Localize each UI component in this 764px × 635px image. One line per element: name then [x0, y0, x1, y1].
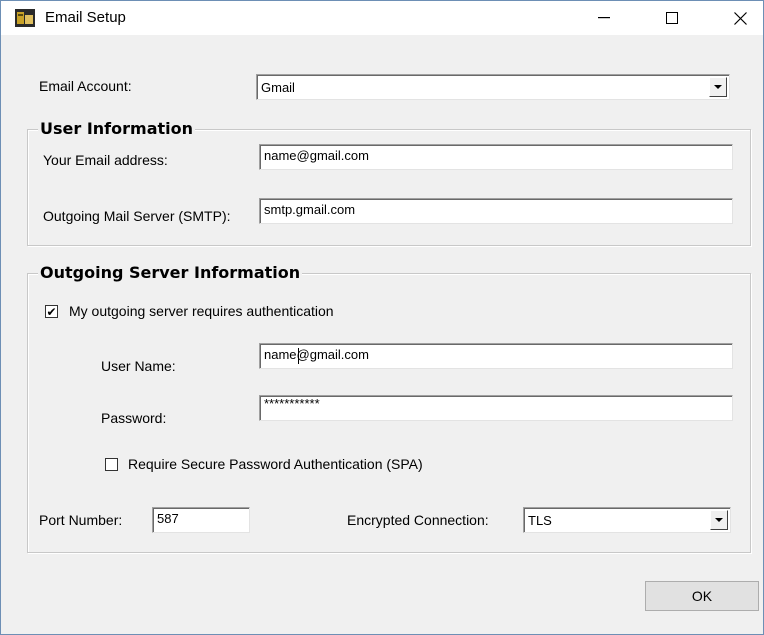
email-address-input[interactable]: name@gmail.com: [259, 144, 733, 170]
encrypted-connection-value: TLS: [528, 513, 552, 528]
window-title: Email Setup: [45, 9, 126, 26]
spa-checkbox[interactable]: [105, 458, 118, 471]
chevron-down-icon: [714, 85, 722, 89]
encrypted-connection-dropdown-button[interactable]: [710, 510, 728, 530]
maximize-icon: [666, 12, 678, 24]
email-address-label: Your Email address:: [43, 152, 168, 168]
password-label: Password:: [101, 410, 167, 426]
close-icon: [733, 11, 747, 25]
auth-checkbox-label[interactable]: My outgoing server requires authenticati…: [69, 302, 334, 320]
text-caret: [298, 348, 299, 364]
close-button[interactable]: [717, 1, 763, 35]
auth-checkbox[interactable]: ✔: [45, 305, 58, 318]
user-information-title: User Information: [38, 119, 195, 139]
smtp-server-label: Outgoing Mail Server (SMTP):: [43, 208, 231, 224]
minimize-icon: [598, 17, 610, 19]
encrypted-connection-select[interactable]: TLS: [523, 507, 731, 533]
ok-button[interactable]: OK: [645, 581, 759, 611]
username-input[interactable]: name@gmail.com: [259, 343, 733, 369]
email-account-value: Gmail: [261, 80, 295, 95]
smtp-server-input[interactable]: smtp.gmail.com: [259, 198, 733, 224]
maximize-button[interactable]: [649, 1, 695, 35]
spa-checkbox-label[interactable]: Require Secure Password Authentication (…: [128, 455, 423, 473]
port-number-label: Port Number:: [39, 512, 123, 528]
email-account-select[interactable]: Gmail: [256, 74, 730, 100]
minimize-button[interactable]: [581, 1, 627, 35]
username-value: name@gmail.com: [264, 347, 369, 362]
encrypted-connection-label: Encrypted Connection:: [347, 512, 489, 528]
password-input[interactable]: ***********: [259, 395, 733, 421]
outgoing-server-title: Outgoing Server Information: [38, 263, 303, 283]
title-bar[interactable]: Email Setup: [1, 1, 763, 35]
port-number-input[interactable]: 587: [152, 507, 250, 533]
app-icon: [15, 9, 35, 27]
username-label: User Name:: [101, 358, 176, 374]
email-account-label: Email Account:: [39, 78, 132, 94]
chevron-down-icon: [715, 518, 723, 522]
email-account-dropdown-button[interactable]: [709, 77, 727, 97]
email-setup-window: Email Setup Email Account: Gmail User In…: [0, 0, 764, 635]
checkmark-icon: ✔: [46, 304, 57, 319]
